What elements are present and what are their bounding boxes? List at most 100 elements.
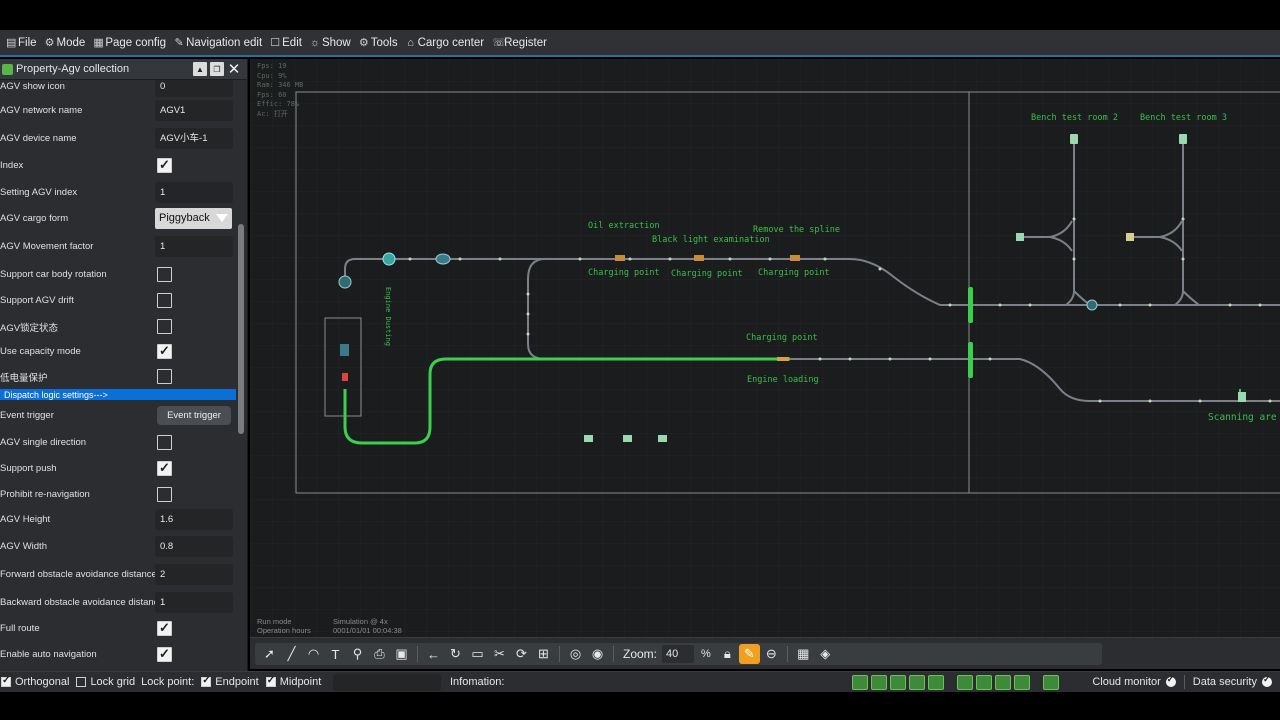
property-row: AGV Movement factor 1 — [0, 234, 236, 259]
status-info-icon[interactable] — [1043, 675, 1059, 690]
lock-grid-checkbox[interactable] — [76, 677, 87, 687]
property-label: Event trigger — [0, 410, 54, 421]
agv-vehicle[interactable] — [340, 344, 349, 356]
menu-mode[interactable]: ⚙ Mode — [41, 36, 90, 50]
panel-title: Property-Agv collection — [16, 63, 130, 75]
rectangle-select-icon[interactable]: ▭ — [467, 644, 488, 664]
label-engine-loading: Engine loading — [747, 375, 819, 385]
track-map[interactable]: Oil extraction Black light examination R… — [250, 59, 1280, 637]
property-panel: Property-Agv collection ▲ ❐ ✕ AGV show i… — [0, 59, 248, 671]
property-label: AGV network name — [0, 105, 83, 116]
label-charging-point-2: Charging point — [671, 269, 743, 279]
data-security-status[interactable]: Data security — [1193, 674, 1272, 688]
image-tool-icon[interactable]: ▣ — [391, 644, 412, 664]
property-checkbox[interactable] — [157, 460, 172, 476]
property-value-field[interactable]: 1.6 — [155, 509, 233, 530]
status-field[interactable] — [333, 673, 442, 691]
status-mail-icon[interactable] — [995, 675, 1011, 690]
close-panel-button[interactable]: ✕ — [227, 61, 241, 78]
property-checkbox[interactable] — [157, 435, 172, 450]
property-label: AGV Height — [0, 514, 51, 525]
property-value-field[interactable]: 2 — [155, 564, 233, 585]
property-label: 低电量保护 — [0, 372, 48, 384]
cargo-form-select[interactable]: Piggyback — [155, 208, 232, 229]
property-value-field[interactable]: 0.8 — [155, 536, 233, 557]
property-value-field[interactable]: 1 — [155, 592, 233, 613]
property-label: AGV锁定状态 — [0, 322, 59, 334]
home-icon: ⌂ — [407, 36, 414, 49]
section-header-dispatch[interactable]: Dispatch logic settings---> — [0, 389, 236, 400]
endpoint-checkbox[interactable] — [201, 675, 212, 687]
orthogonal-checkbox[interactable] — [1, 675, 11, 687]
property-value-field[interactable]: AGV1 — [155, 100, 233, 121]
arc-tool-icon[interactable]: ◠ — [303, 644, 324, 664]
eye-icon[interactable]: ◉ — [587, 644, 608, 664]
performance-stats: Fps: 19 Cpu: 9% Ram: 346 MB Fps: 60 Effi… — [257, 62, 304, 118]
collapse-panel-button[interactable]: ▲ — [193, 62, 207, 76]
select-pointer-icon[interactable]: ➚ — [259, 644, 280, 664]
float-panel-button[interactable]: ❐ — [210, 62, 224, 76]
property-row: Support AGV drift — [0, 288, 236, 313]
menu-navigation-edit[interactable]: ✎ Navigation edit — [170, 36, 266, 50]
status-warning-icon[interactable] — [890, 675, 906, 690]
status-tools-icon[interactable] — [1014, 675, 1030, 690]
minus-circle-icon[interactable]: ⊖ — [761, 644, 782, 664]
map-canvas[interactable]: Oil extraction Black light examination R… — [250, 59, 1280, 637]
property-row: Full route — [0, 616, 236, 641]
menu-cargo-center[interactable]: ⌂ Cargo center — [402, 37, 488, 49]
grid-icon[interactable]: ⊞ — [533, 644, 554, 664]
property-checkbox[interactable] — [157, 646, 172, 662]
property-checkbox[interactable] — [157, 293, 172, 308]
status-icons — [852, 675, 1059, 690]
cube-icon[interactable]: ◈ — [815, 644, 836, 664]
cut-icon[interactable]: ✂ — [489, 644, 510, 664]
property-value-field[interactable]: 1 — [155, 182, 233, 203]
refresh-icon[interactable]: ⟳ — [511, 644, 532, 664]
property-checkbox[interactable] — [157, 620, 172, 636]
menu-file[interactable]: ▤ File — [2, 36, 41, 50]
status-chart-icon[interactable] — [852, 675, 868, 690]
property-value-field[interactable]: AGV小车-1 — [155, 128, 233, 149]
status-table-icon[interactable] — [909, 675, 925, 690]
hide-icon[interactable]: ◎ — [565, 644, 586, 664]
property-checkbox[interactable] — [157, 369, 172, 384]
property-label: AGV device name — [0, 133, 77, 144]
status-camera-icon[interactable] — [928, 675, 944, 690]
select-value: Piggyback — [159, 212, 210, 224]
property-checkbox[interactable] — [157, 157, 172, 173]
label-bench-room-2: Bench test room 2 — [1031, 113, 1118, 123]
cloud-monitor-status[interactable]: Cloud monitor — [1092, 674, 1176, 688]
menu-tools[interactable]: ⚙ Tools — [355, 36, 402, 50]
menu-register[interactable]: ☏ Register — [488, 36, 551, 50]
lock-icon[interactable]: 🔒︎ — [717, 644, 738, 664]
calendar-icon[interactable]: ▦ — [793, 644, 814, 664]
rotate-icon[interactable]: ↻ — [445, 644, 466, 664]
property-checkbox[interactable] — [157, 487, 172, 502]
status-globe-icon[interactable] — [957, 675, 973, 690]
event-trigger-button[interactable]: Event trigger — [157, 406, 231, 425]
print-icon[interactable]: ⎙ — [369, 644, 390, 664]
text-tool-icon[interactable]: T — [325, 644, 346, 664]
property-checkbox[interactable] — [157, 319, 172, 334]
midpoint-checkbox[interactable] — [265, 675, 276, 687]
page-config-icon: ▦ — [93, 37, 104, 49]
property-label: Index — [0, 160, 24, 171]
property-checkbox[interactable] — [157, 267, 172, 282]
property-checkbox[interactable] — [157, 343, 172, 359]
brush-tool-icon[interactable]: ⚲ — [347, 644, 368, 664]
menu-page-config[interactable]: ▦ Page config — [89, 36, 170, 50]
tools-icon: ⚙ — [358, 37, 369, 49]
draw-pencil-icon[interactable]: ✎ — [738, 644, 760, 664]
property-value-field[interactable]: 1 — [155, 236, 233, 257]
line-tool-icon[interactable]: ╱ — [281, 644, 302, 664]
property-label: Use capacity mode — [0, 346, 81, 357]
panel-scroll-thumb[interactable] — [238, 224, 244, 434]
menu-edit[interactable]: ☐ Edit — [266, 36, 306, 50]
back-arrow-icon[interactable]: ← — [423, 644, 444, 664]
zoom-input[interactable]: 40 — [662, 645, 695, 663]
property-row: 低电量保护 — [0, 364, 236, 389]
property-value-field[interactable]: 0 — [155, 80, 233, 97]
status-list-icon[interactable] — [976, 675, 992, 690]
status-doc-icon[interactable] — [871, 675, 887, 690]
menu-show[interactable]: ☼ Show — [306, 37, 355, 49]
